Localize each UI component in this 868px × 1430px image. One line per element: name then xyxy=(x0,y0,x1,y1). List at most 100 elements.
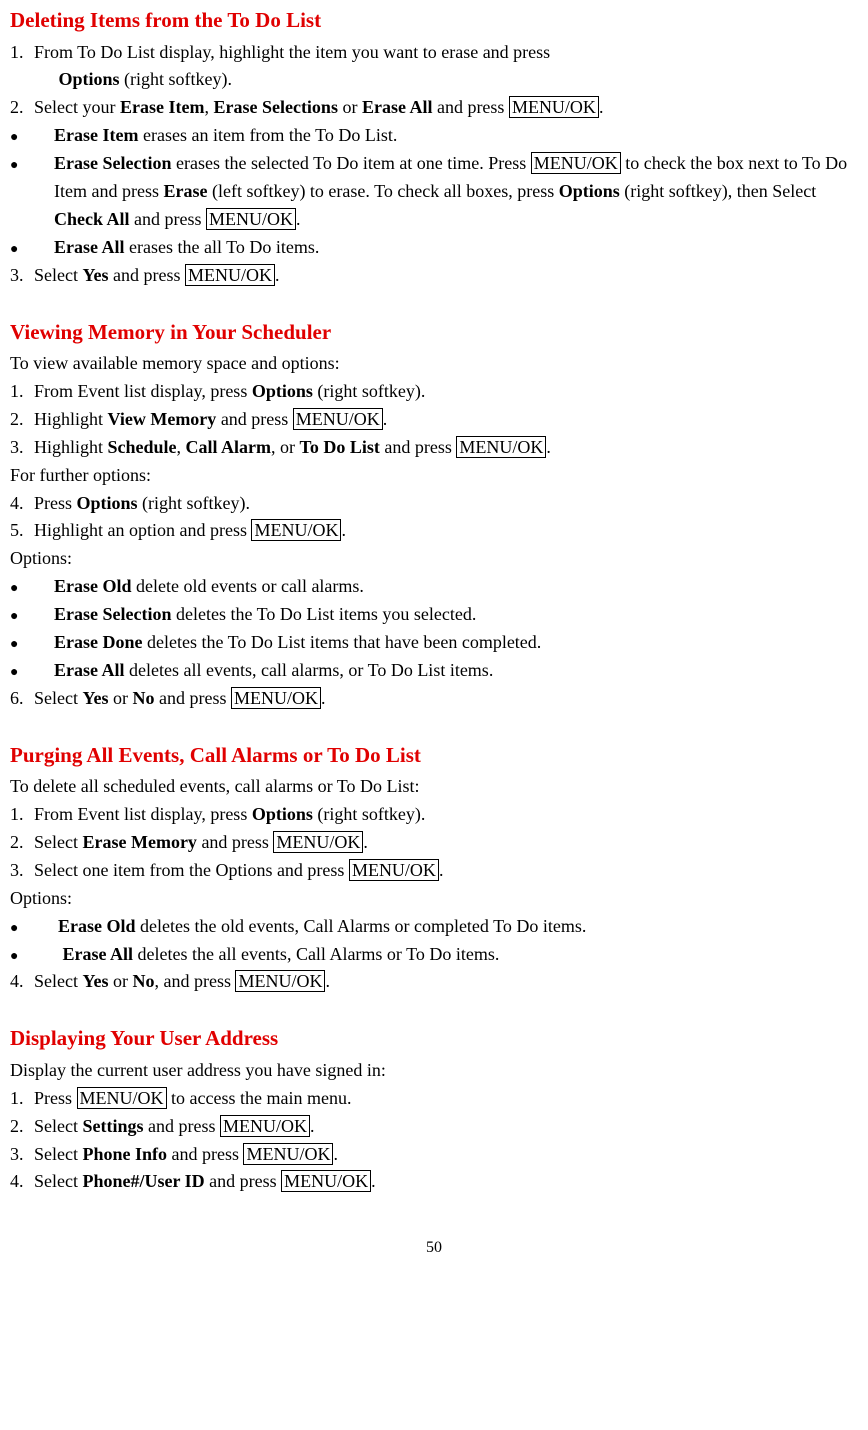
step-text: and press xyxy=(380,437,456,457)
bold-text: Yes xyxy=(82,688,108,708)
step-4: 4.Press Options (right softkey). xyxy=(10,490,858,518)
bold-text: Options xyxy=(77,493,138,513)
step-text: or xyxy=(108,971,132,991)
step-text: (right softkey). xyxy=(313,381,425,401)
page-number: 50 xyxy=(10,1236,858,1261)
step-text: . xyxy=(546,437,551,457)
bold-text: No xyxy=(132,971,154,991)
step-text: . xyxy=(363,832,368,852)
step-3: 3.Highlight Schedule, Call Alarm, or To … xyxy=(10,434,858,462)
bullet-item: Erase Old delete old events or call alar… xyxy=(10,573,858,601)
step-3: 3.Select Phone Info and press MENU/OK. xyxy=(10,1141,858,1169)
step-text: and press xyxy=(167,1144,243,1164)
step-4: 4.Select Phone#/User ID and press MENU/O… xyxy=(10,1168,858,1196)
step-text: Select xyxy=(34,688,82,708)
bold-text: Check All xyxy=(54,209,130,229)
step-text: . xyxy=(333,1144,338,1164)
section-heading: Displaying Your User Address xyxy=(10,1022,858,1055)
step-text: Select xyxy=(34,1144,82,1164)
bold-text: Erase All xyxy=(63,944,134,964)
step-text: to access the main menu. xyxy=(167,1088,352,1108)
key-button: MENU/OK xyxy=(220,1115,310,1137)
bold-text: No xyxy=(132,688,154,708)
step-text: Select xyxy=(34,971,82,991)
key-button: MENU/OK xyxy=(281,1170,371,1192)
step-3: 3.Select one item from the Options and p… xyxy=(10,857,858,885)
step-1: 1.From To Do List display, highlight the… xyxy=(10,39,858,95)
section-heading: Viewing Memory in Your Scheduler xyxy=(10,316,858,349)
bold-text: To Do List xyxy=(300,437,380,457)
step-text: Select xyxy=(34,265,82,285)
step-5: 5.Highlight an option and press MENU/OK. xyxy=(10,517,858,545)
step-3: 3.Select Yes and press MENU/OK. xyxy=(10,262,858,290)
section-heading: Deleting Items from the To Do List xyxy=(10,4,858,37)
intro-text: Display the current user address you hav… xyxy=(10,1057,858,1085)
bullet-text: . xyxy=(296,209,301,229)
bullet-text: erases the all To Do items. xyxy=(125,237,320,257)
step-text: and press xyxy=(216,409,292,429)
step-text: (right softkey). xyxy=(313,804,425,824)
step-text: and press xyxy=(205,1171,281,1191)
intro-text: For further options: xyxy=(10,462,858,490)
key-button: MENU/OK xyxy=(531,152,621,174)
step-text: . xyxy=(321,688,326,708)
bold-text: Erase All xyxy=(54,660,125,680)
step-text: From Event list display, press xyxy=(34,804,252,824)
bullet-text: (left softkey) to erase. To check all bo… xyxy=(207,181,558,201)
bullet-text: delete old events or call alarms. xyxy=(132,576,364,596)
bullet-text: (right softkey), then Select xyxy=(620,181,816,201)
step-text: (right softkey). xyxy=(120,69,232,89)
bold-text: Erase Selection xyxy=(54,604,171,624)
key-button: MENU/OK xyxy=(77,1087,167,1109)
bold-text: Erase xyxy=(163,181,207,201)
step-2: 2.Select your Erase Item, Erase Selectio… xyxy=(10,94,858,122)
step-text: . xyxy=(383,409,388,429)
intro-text: To view available memory space and optio… xyxy=(10,350,858,378)
bullet-item: Erase All erases the all To Do items. xyxy=(10,234,858,262)
key-button: MENU/OK xyxy=(243,1143,333,1165)
bold-text: Schedule xyxy=(108,437,177,457)
step-text: Select xyxy=(34,1171,82,1191)
bullet-item: Erase Done deletes the To Do List items … xyxy=(10,629,858,657)
step-2: 2.Highlight View Memory and press MENU/O… xyxy=(10,406,858,434)
bold-text: Erase Old xyxy=(54,576,132,596)
key-button: MENU/OK xyxy=(206,208,296,230)
bold-text: Phone Info xyxy=(82,1144,167,1164)
bullet-text: deletes the To Do List items that have b… xyxy=(143,632,542,652)
step-2: 2.Select Erase Memory and press MENU/OK. xyxy=(10,829,858,857)
step-text: Press xyxy=(34,1088,77,1108)
intro-text: Options: xyxy=(10,885,858,913)
step-text: Highlight xyxy=(34,409,108,429)
step-text: . xyxy=(439,860,444,880)
step-text: or xyxy=(108,688,132,708)
key-button: MENU/OK xyxy=(251,519,341,541)
step-1: 1.From Event list display, press Options… xyxy=(10,801,858,829)
bullet-text: and press xyxy=(130,209,206,229)
bold-text: Erase Selection xyxy=(54,153,171,173)
step-6: 6.Select Yes or No and press MENU/OK. xyxy=(10,685,858,713)
key-button: MENU/OK xyxy=(273,831,363,853)
step-text: , xyxy=(177,437,186,457)
step-text: Select your xyxy=(34,97,120,117)
intro-text: To delete all scheduled events, call ala… xyxy=(10,773,858,801)
bold-text: Erase Selections xyxy=(213,97,337,117)
bullet-text: deletes the old events, Call Alarms or c… xyxy=(136,916,587,936)
step-text: , or xyxy=(271,437,300,457)
step-text: Select one item from the Options and pre… xyxy=(34,860,349,880)
key-button: MENU/OK xyxy=(293,408,383,430)
step-text: . xyxy=(325,971,330,991)
bold-text: Call Alarm xyxy=(186,437,272,457)
bullet-item: Erase Selection deletes the To Do List i… xyxy=(10,601,858,629)
step-text: and press xyxy=(108,265,184,285)
step-text: Select xyxy=(34,1116,82,1136)
key-button: MENU/OK xyxy=(185,264,275,286)
bold-text: Options xyxy=(559,181,620,201)
bullet-text: erases an item from the To Do List. xyxy=(138,125,397,145)
step-text: . xyxy=(341,520,346,540)
bullet-text: deletes the To Do List items you selecte… xyxy=(171,604,476,624)
step-text: Highlight an option and press xyxy=(34,520,251,540)
step-4: 4.Select Yes or No, and press MENU/OK. xyxy=(10,968,858,996)
bold-text: Erase Memory xyxy=(82,832,196,852)
bold-text: Erase Item xyxy=(120,97,204,117)
bullet-text: erases the selected To Do item at one ti… xyxy=(171,153,530,173)
